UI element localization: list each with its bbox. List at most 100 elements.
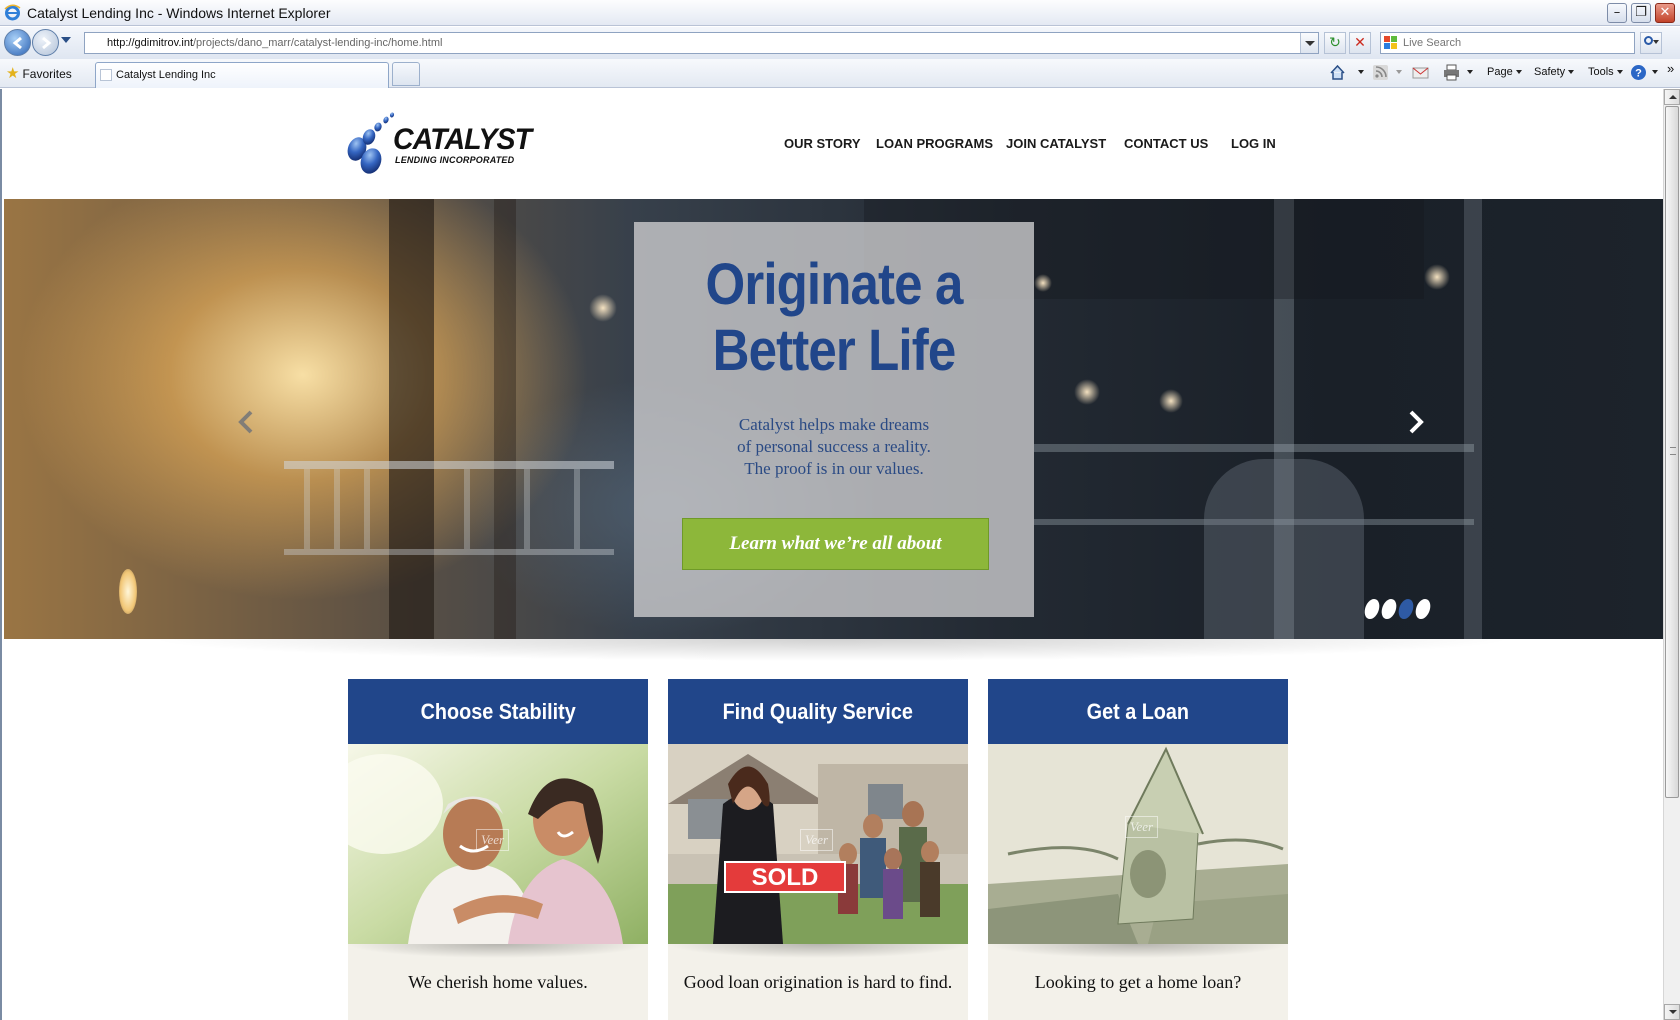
learn-more-button[interactable]: Learn what we’re all about [682, 518, 989, 570]
safety-menu[interactable]: Safety [1534, 66, 1575, 78]
feeds-icon[interactable] [1372, 64, 1389, 81]
refresh-button[interactable]: ↻ [1324, 32, 1346, 54]
catalyst-logo[interactable]: CATALYST LENDING INCORPORATED [345, 111, 532, 177]
page-viewport: CATALYST LENDING INCORPORATED OUR STORY … [0, 89, 1663, 1020]
new-tab-button[interactable] [392, 62, 420, 86]
railing-spindle [524, 469, 530, 549]
forward-button[interactable] [32, 29, 59, 56]
porch-post [1464, 199, 1482, 639]
print-icon[interactable] [1443, 64, 1460, 81]
search-box[interactable] [1380, 32, 1635, 54]
carousel-dot[interactable] [1379, 599, 1399, 619]
mail-icon[interactable] [1412, 64, 1429, 81]
light-bokeh [589, 294, 617, 322]
nav-log-in[interactable]: LOG IN [1231, 136, 1276, 151]
feature-card-quality-service[interactable]: Find Quality Service SOLD Veer Good loan… [668, 679, 968, 1020]
card-title[interactable]: Choose Stability [348, 679, 648, 744]
sold-sign-text: SOLD [752, 864, 819, 891]
window-titlebar: Catalyst Lending Inc - Windows Internet … [0, 0, 1680, 26]
home-icon[interactable] [1329, 64, 1346, 81]
carousel-dot[interactable] [1396, 599, 1416, 619]
help-icon[interactable]: ? [1630, 64, 1647, 81]
card-footer: Looking to get a home loan? [988, 944, 1288, 1020]
card-shadow [988, 944, 1288, 958]
address-url[interactable]: http://gdimitrov.int/projects/dano_marr/… [107, 37, 442, 49]
tools-menu[interactable]: Tools [1588, 66, 1623, 78]
scroll-up-arrow-icon[interactable] [1664, 89, 1680, 105]
watermark: Veer [1125, 816, 1159, 838]
feeds-dropdown[interactable] [1393, 66, 1402, 78]
card-shadow [668, 944, 968, 958]
recent-pages-dropdown[interactable] [61, 37, 71, 43]
porch-railing [1034, 444, 1474, 452]
toolbar-overflow-chevron-icon[interactable]: » [1667, 61, 1674, 76]
railing-spindle [574, 469, 580, 549]
card-image-couple: Veer [348, 744, 648, 944]
back-arrow-icon [12, 36, 22, 50]
porch-post [494, 199, 516, 639]
card-title[interactable]: Get a Loan [988, 679, 1288, 744]
home-dropdown[interactable] [1355, 66, 1364, 78]
carousel-next-arrow-icon[interactable] [1400, 407, 1430, 437]
hero-description: Catalyst helps make dreams of personal s… [634, 414, 1034, 480]
railing-spindle [304, 469, 310, 549]
favorites-label: Favorites [22, 67, 72, 81]
page-menu[interactable]: Page [1487, 66, 1522, 78]
card-image-money-house: Veer [988, 744, 1288, 944]
url-host: http://gdimitrov.int [107, 37, 193, 49]
stop-button[interactable]: ✕ [1349, 32, 1371, 54]
hero-text-line: of personal success a reality. [737, 437, 931, 456]
back-button[interactable] [4, 29, 31, 56]
carousel-prev-arrow-icon[interactable] [232, 407, 262, 437]
address-bar[interactable]: http://gdimitrov.int/projects/dano_marr/… [84, 32, 1319, 54]
light-bokeh [1034, 274, 1052, 292]
tab-title: Catalyst Lending Inc [116, 69, 216, 81]
card-caption: Looking to get a home loan? [1034, 972, 1242, 992]
print-dropdown[interactable] [1464, 66, 1473, 78]
restore-button[interactable]: ❐ [1631, 3, 1651, 23]
minimize-button[interactable]: – [1607, 3, 1627, 23]
search-input[interactable] [1403, 35, 1628, 51]
favorites-button[interactable]: ★ Favorites [6, 64, 72, 82]
card-title-text: Choose Stability [420, 699, 576, 724]
close-window-button[interactable]: ✕ [1655, 3, 1675, 23]
hero-shadow [152, 639, 1512, 661]
card-image-realtor: SOLD Veer [668, 744, 968, 944]
scrollbar-thumb[interactable] [1665, 106, 1679, 798]
hero-title-line: Better Life [712, 318, 957, 383]
hero-slider: Originate a Better Life Catalyst helps m… [4, 199, 1663, 639]
svg-text:?: ? [1635, 68, 1642, 80]
porch-post [389, 199, 434, 639]
logo-subtitle: LENDING INCORPORATED [395, 155, 515, 165]
card-caption: We cherish home values. [408, 972, 588, 992]
hero-title-line: Originate a [705, 252, 964, 317]
page-menu-label: Page [1487, 66, 1513, 78]
railing-spindle [334, 469, 340, 549]
feature-card-get-loan[interactable]: Get a Loan Veer Looking to get a home lo… [988, 679, 1288, 1020]
card-caption: Good loan origination is hard to find. [683, 972, 953, 992]
search-icon [1644, 36, 1653, 45]
help-dropdown[interactable] [1649, 66, 1658, 78]
carousel-dot[interactable] [1413, 599, 1433, 619]
scroll-down-arrow-icon[interactable] [1664, 1004, 1680, 1020]
nav-loan-programs[interactable]: LOAN PROGRAMS [876, 136, 993, 151]
nav-join-catalyst[interactable]: JOIN CATALYST [1006, 136, 1106, 151]
vertical-scrollbar[interactable] [1663, 89, 1680, 1020]
window-title: Catalyst Lending Inc - Windows Internet … [27, 5, 331, 21]
grip-icon [1670, 447, 1676, 455]
logo-droplets-icon [347, 112, 395, 174]
seated-figure [1204, 459, 1364, 639]
card-title-text: Find Quality Service [722, 699, 914, 724]
address-dropdown-button[interactable] [1300, 33, 1318, 53]
live-search-icon [1384, 36, 1397, 49]
nav-our-story[interactable]: OUR STORY [784, 136, 861, 151]
browser-tab-active[interactable]: Catalyst Lending Inc [95, 62, 389, 88]
light-bokeh [1424, 264, 1450, 290]
safety-menu-label: Safety [1534, 66, 1566, 78]
search-go-button[interactable] [1640, 32, 1662, 54]
watermark: Veer [476, 829, 510, 851]
card-title[interactable]: Find Quality Service [668, 679, 968, 744]
feature-card-stability[interactable]: Choose Stability Veer We cherish home va… [348, 679, 648, 1020]
carousel-dot[interactable] [1362, 599, 1382, 619]
nav-contact-us[interactable]: CONTACT US [1124, 136, 1208, 151]
